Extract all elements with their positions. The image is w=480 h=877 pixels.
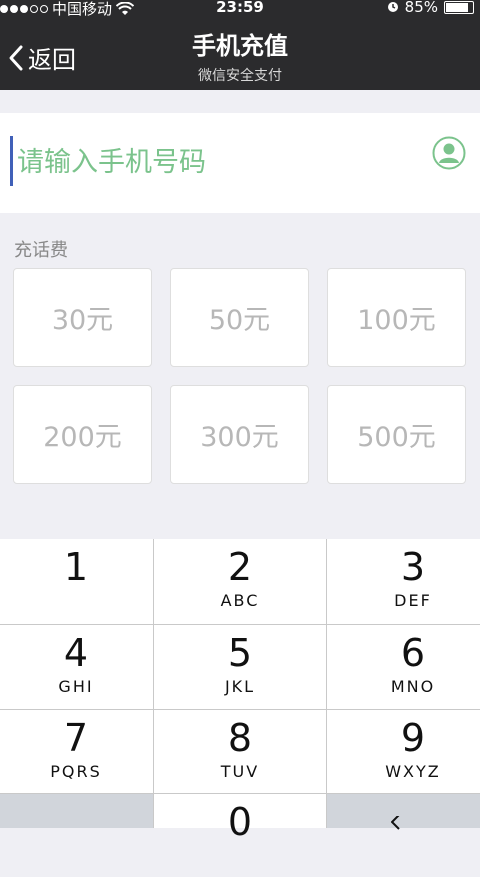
key-4[interactable]: 4 GHI	[0, 625, 152, 708]
key-digit: 6	[400, 631, 426, 675]
key-letters: GHI	[58, 677, 94, 696]
keypad-divider	[153, 539, 154, 828]
key-digit: 9	[400, 716, 426, 760]
page-title: 手机充值	[192, 32, 288, 60]
status-right: 85%	[387, 0, 474, 16]
amount-option-30[interactable]: 30元	[13, 268, 152, 367]
keypad-blank-key	[0, 794, 153, 828]
key-0[interactable]: 0	[164, 794, 316, 877]
contact-icon[interactable]	[432, 136, 466, 170]
text-caret	[10, 136, 13, 186]
amount-option-300[interactable]: 300元	[170, 385, 309, 484]
status-bar: 中国移动 23:59 85%	[0, 0, 480, 18]
amount-option-50[interactable]: 50元	[170, 268, 309, 367]
key-digit: 2	[227, 545, 253, 589]
key-9[interactable]: 9 WXYZ	[337, 710, 480, 793]
key-digit: 5	[227, 631, 253, 675]
key-6[interactable]: 6 MNO	[337, 625, 480, 708]
key-letters: PQRS	[50, 762, 102, 781]
keypad-delete-key[interactable]	[327, 794, 480, 830]
key-digit: 7	[63, 716, 89, 760]
page-subtitle: 微信安全支付	[198, 68, 282, 84]
nav-bar: 返回 手机充值 微信安全支付	[0, 18, 480, 90]
key-3[interactable]: 3 DEF	[337, 539, 480, 622]
key-digit: 8	[227, 716, 253, 760]
keypad-divider	[326, 539, 327, 828]
amount-option-100[interactable]: 100元	[327, 268, 466, 367]
key-2[interactable]: 2 ABC	[164, 539, 316, 622]
key-5[interactable]: 5 JKL	[164, 625, 316, 708]
amount-option-500[interactable]: 500元	[327, 385, 466, 484]
phone-number-input[interactable]	[15, 129, 419, 195]
key-digit: 4	[63, 631, 89, 675]
key-digit: 3	[400, 545, 426, 589]
key-letters: DEF	[394, 591, 432, 610]
recharge-label: 充话费	[14, 240, 68, 261]
key-1[interactable]: 1	[0, 539, 152, 622]
key-letters: JKL	[224, 677, 256, 696]
key-letters: ABC	[220, 591, 260, 610]
amount-option-200[interactable]: 200元	[13, 385, 152, 484]
nav-title-group: 手机充值 微信安全支付	[0, 26, 480, 85]
battery-percent: 85%	[404, 0, 438, 16]
alarm-icon	[387, 2, 398, 12]
key-8[interactable]: 8 TUV	[164, 710, 316, 793]
phone-input-section	[0, 113, 480, 213]
key-digit: 0	[227, 800, 253, 844]
key-7[interactable]: 7 PQRS	[0, 710, 152, 793]
key-digit: 1	[63, 545, 89, 589]
key-letters: MNO	[390, 677, 436, 696]
key-letters: TUV	[220, 762, 260, 781]
battery-icon	[444, 0, 474, 14]
numeric-keypad: 1 2 ABC 3 DEF 4 GHI 5 JKL 6 MNO 7 PQRS 8…	[0, 539, 480, 842]
key-letters: WXYZ	[385, 762, 441, 781]
